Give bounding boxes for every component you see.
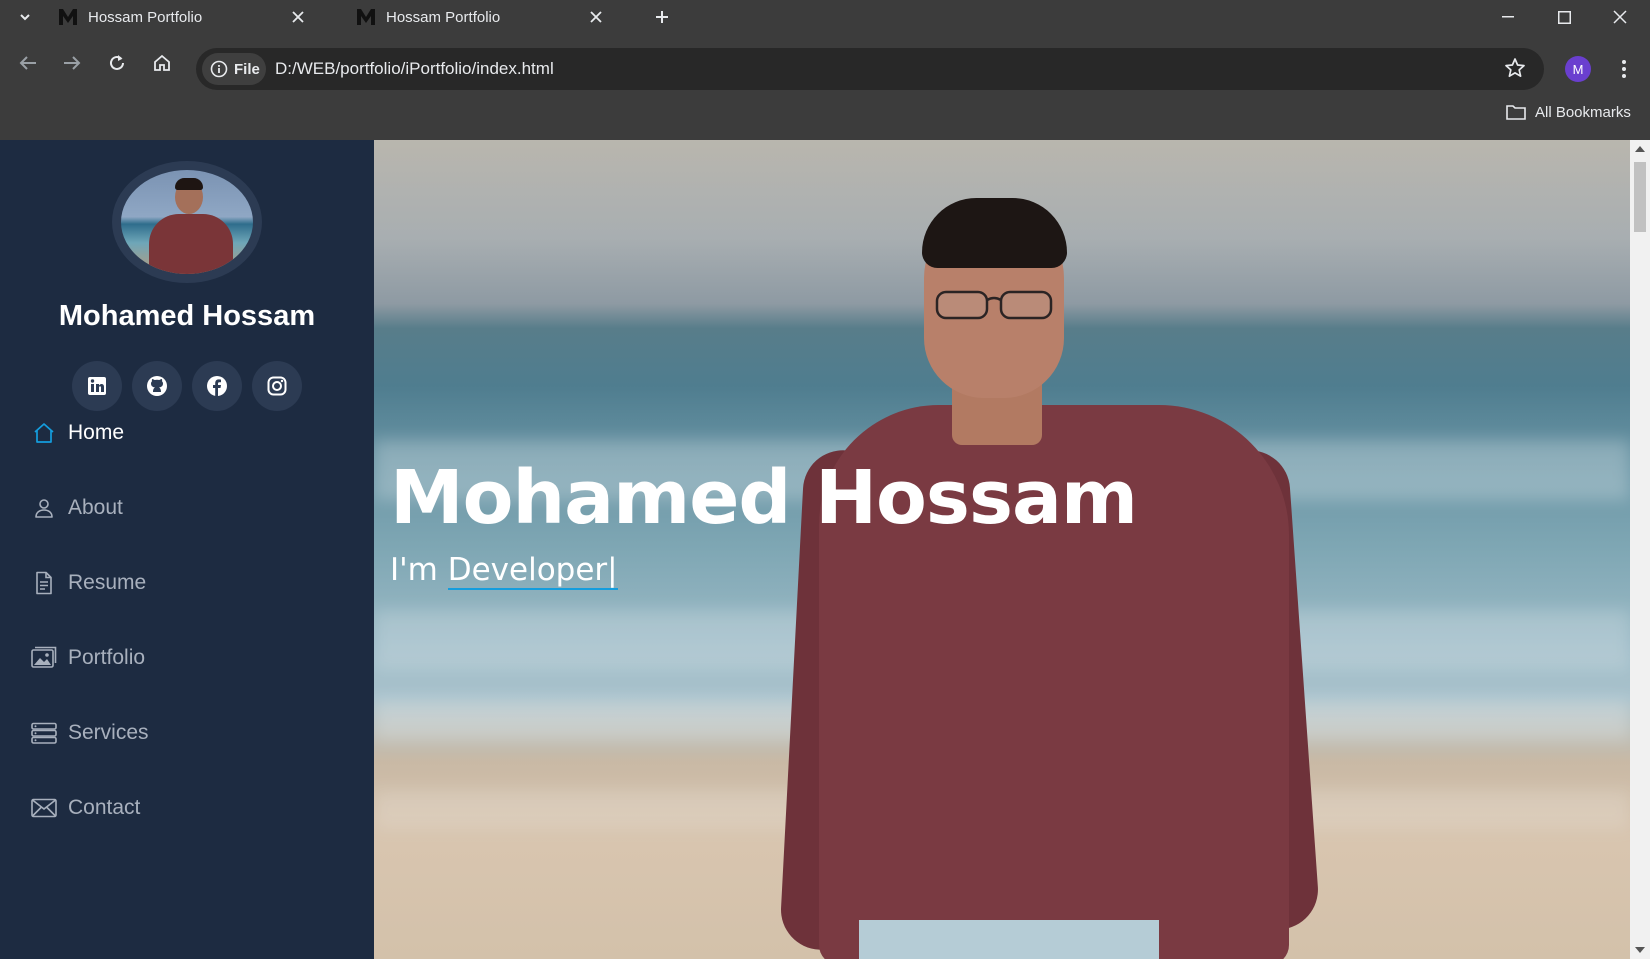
bookmark-star-icon[interactable]	[1504, 57, 1526, 84]
linkedin-icon[interactable]	[72, 361, 122, 411]
close-tab-icon[interactable]	[288, 7, 308, 27]
typing-cursor: |	[607, 552, 618, 588]
instagram-icon[interactable]	[252, 361, 302, 411]
profile-avatar[interactable]: M	[1565, 56, 1591, 82]
nav-item-home[interactable]: Home	[30, 415, 124, 451]
scroll-down-arrow-icon[interactable]	[1635, 947, 1645, 953]
site-info-chip[interactable]: File	[202, 53, 266, 85]
browser-tab[interactable]: Hossam Portfolio	[48, 0, 318, 34]
person-icon	[30, 494, 58, 522]
nav-label: Home	[68, 421, 125, 444]
nav-item-resume[interactable]: Resume	[30, 565, 146, 601]
page-viewport: Mohamed Hossam Home About Resume Portfol…	[0, 140, 1650, 959]
more-menu-icon[interactable]	[1612, 55, 1636, 83]
tab-strip: Hossam Portfolio Hossam Portfolio	[0, 0, 1650, 34]
hero-title: Mohamed Hossam	[390, 455, 1138, 541]
home-icon[interactable]	[148, 49, 176, 77]
server-icon	[30, 719, 58, 747]
folder-icon	[1506, 105, 1526, 120]
page-scrollbar[interactable]	[1630, 140, 1650, 959]
tab-title: Hossam Portfolio	[386, 8, 501, 26]
social-links	[72, 361, 302, 411]
nav-label: Portfolio	[68, 646, 146, 669]
scroll-up-arrow-icon[interactable]	[1635, 146, 1645, 152]
m-logo-icon	[356, 7, 376, 27]
minimize-icon[interactable]	[1480, 0, 1536, 34]
forward-icon[interactable]	[58, 49, 86, 77]
address-bar[interactable]: File D:/WEB/portfolio/iPortfolio/index.h…	[196, 48, 1544, 90]
hero-subtitle: I'm Developer|	[390, 552, 618, 590]
nav-label: Resume	[68, 571, 147, 594]
browser-tab[interactable]: Hossam Portfolio	[346, 0, 616, 34]
github-icon[interactable]	[132, 361, 182, 411]
chip-label: File	[234, 60, 260, 78]
browser-toolbar: File D:/WEB/portfolio/iPortfolio/index.h…	[0, 34, 1650, 140]
home-icon	[30, 419, 58, 447]
facebook-icon[interactable]	[192, 361, 242, 411]
nav-label: About	[68, 496, 123, 519]
maximize-icon[interactable]	[1536, 0, 1592, 34]
nav-item-about[interactable]: About	[30, 490, 123, 526]
m-logo-icon	[58, 7, 78, 27]
hero-section: Mohamed Hossam I'm Developer|	[374, 140, 1630, 959]
typed-word: Developer	[447, 552, 608, 588]
tab-search-chevron-icon[interactable]	[12, 6, 38, 28]
hero-prefix: I'm	[390, 552, 448, 588]
profile-photo	[112, 161, 262, 283]
all-bookmarks-button[interactable]: All Bookmarks	[1506, 100, 1631, 124]
info-icon	[210, 60, 228, 78]
bookmarks-label: All Bookmarks	[1535, 103, 1631, 121]
reload-icon[interactable]	[103, 49, 131, 77]
nav-label: Contact	[68, 796, 141, 819]
url-text[interactable]: D:/WEB/portfolio/iPortfolio/index.html	[275, 59, 554, 79]
nav-item-contact[interactable]: Contact	[30, 790, 140, 826]
back-icon[interactable]	[14, 49, 42, 77]
sidebar: Mohamed Hossam Home About Resume Portfol…	[0, 140, 374, 959]
close-tab-icon[interactable]	[586, 7, 606, 27]
nav-item-services[interactable]: Services	[30, 715, 149, 751]
nav-label: Services	[68, 721, 149, 744]
new-tab-icon[interactable]	[650, 5, 674, 29]
nav-item-portfolio[interactable]: Portfolio	[30, 640, 145, 676]
sidebar-name: Mohamed Hossam	[58, 300, 316, 332]
close-window-icon[interactable]	[1592, 0, 1648, 34]
document-icon	[30, 569, 58, 597]
tab-title: Hossam Portfolio	[88, 8, 203, 26]
typed-text: Developer|	[447, 552, 618, 590]
scrollbar-thumb[interactable]	[1634, 162, 1646, 232]
images-icon	[30, 644, 58, 672]
envelope-icon	[30, 794, 58, 822]
